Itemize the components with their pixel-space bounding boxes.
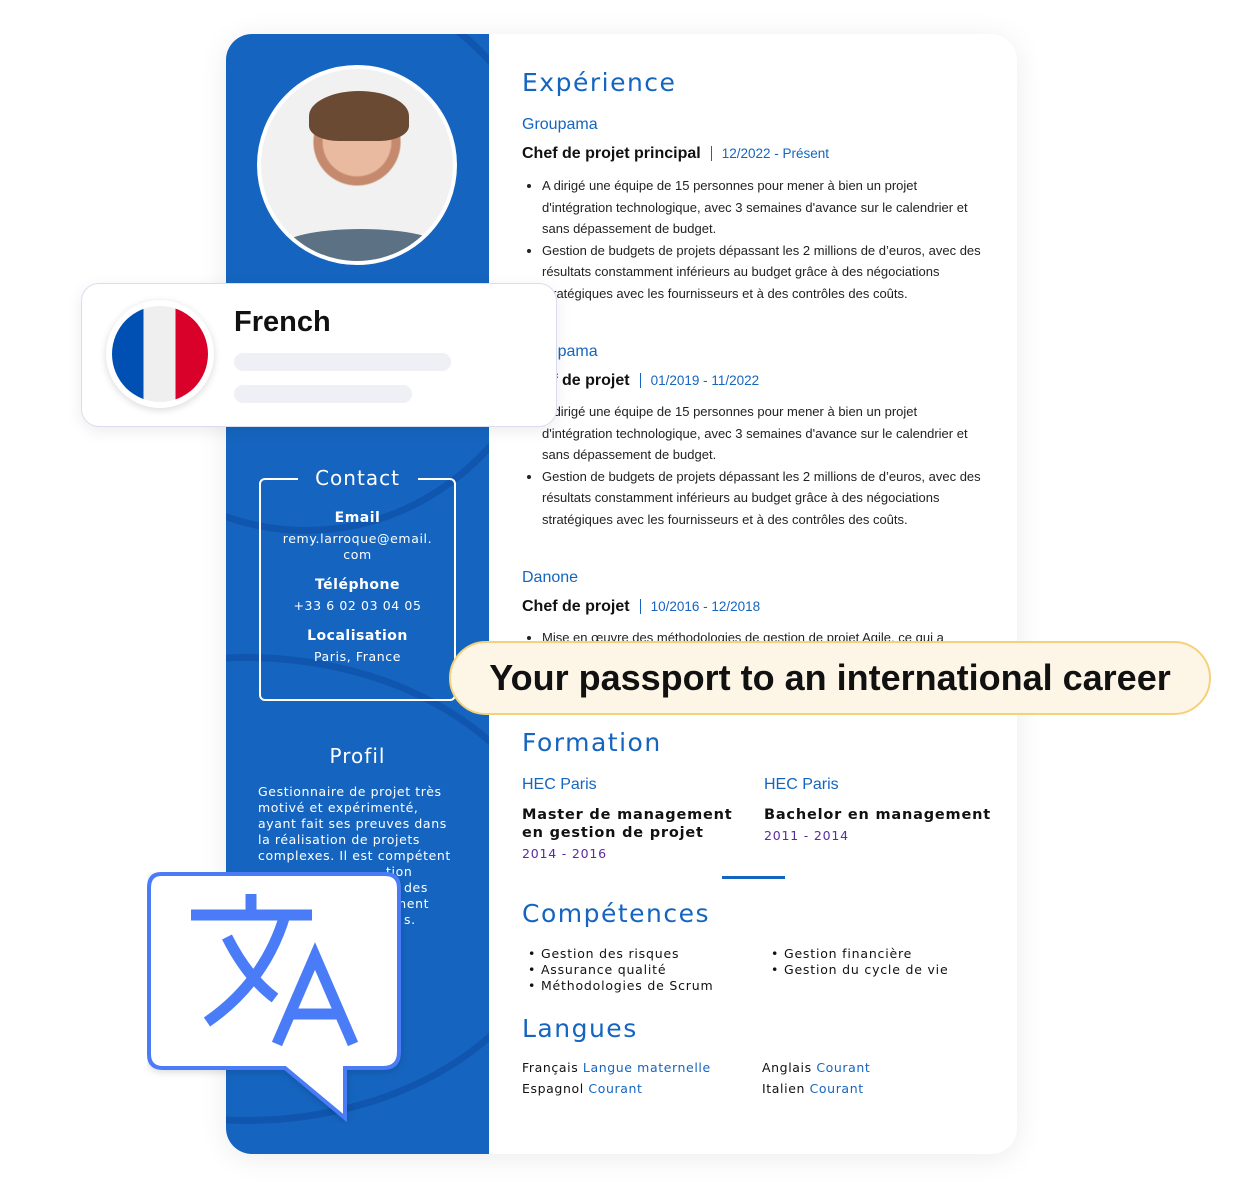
contact-box: Contact Email remy.larroque@email. com Té… (259, 466, 456, 701)
education-item: HEC Paris Master de management en gestion… (522, 776, 733, 861)
france-flag-icon (106, 300, 214, 408)
translate-icon (147, 872, 401, 1123)
language-item: Français Langue maternelle (522, 1060, 711, 1075)
langues-title: Langues (522, 1014, 638, 1043)
language-card: French (81, 283, 557, 427)
job-company: Danone (522, 569, 579, 586)
competences-title: Compétences (522, 899, 711, 928)
formation-title: Formation (522, 728, 662, 757)
language-item: Anglais Courant (762, 1060, 871, 1075)
skills-list: Gestion financièreGestion du cycle de vi… (771, 946, 948, 978)
placeholder-bar (234, 353, 451, 371)
job-bullets: A dirigé une équipe de 15 personnes pour… (542, 175, 987, 304)
language-name: French (234, 306, 331, 338)
contact-title: Contact (297, 466, 418, 490)
education-item: HEC Paris Bachelor en management 2011 - 20… (764, 776, 991, 843)
profil-title: Profil (329, 744, 386, 768)
location-value: Paris, France (313, 649, 402, 664)
language-item: Espagnol Courant (522, 1081, 643, 1096)
job-bullets: A dirigé une équipe de 15 personnes pour… (542, 401, 987, 530)
email-value[interactable]: remy.larroque@email. com (261, 531, 454, 563)
profile-photo (257, 65, 457, 265)
placeholder-bar (234, 385, 412, 403)
location-label: Localisation (307, 628, 408, 644)
email-label: Email (334, 510, 381, 526)
job-role: Chef de projet principal 12/2022 - Présen… (522, 145, 830, 162)
section-divider (722, 876, 785, 879)
experience-title: Expérience (522, 68, 677, 97)
job-company: Groupama (522, 116, 598, 133)
job-role: Chef de projet 10/2016 - 12/2018 (522, 598, 761, 615)
phone-value: +33 6 02 03 04 05 (293, 598, 422, 613)
tagline-banner: Your passport to an international career (449, 641, 1211, 715)
language-item: Italien Courant (762, 1081, 864, 1096)
phone-label: Téléphone (314, 577, 401, 593)
skills-list: Gestion des risquesAssurance qualitéMéth… (528, 946, 713, 994)
job-role: Chef de projet 01/2019 - 11/2022 (522, 372, 760, 389)
